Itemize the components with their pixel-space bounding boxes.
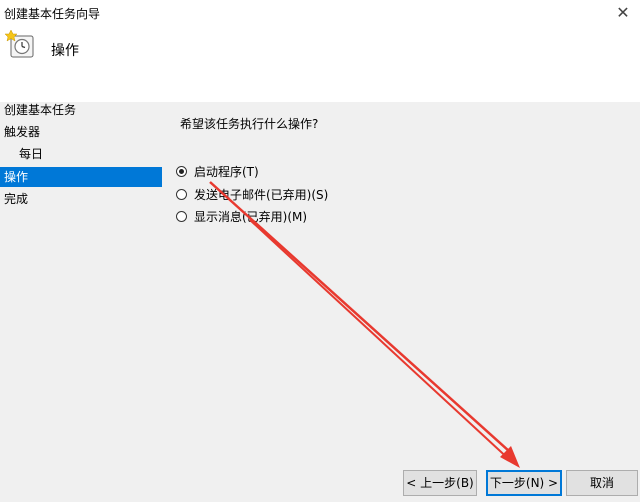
nav-step-label: 每日 bbox=[19, 147, 44, 161]
wizard-header: 操作 bbox=[0, 26, 640, 102]
title-bar: 创建基本任务向导 ✕ bbox=[0, 0, 640, 26]
nav-step-daily[interactable]: 每日 bbox=[0, 144, 162, 164]
nav-step-create-basic-task[interactable]: 创建基本任务 bbox=[0, 100, 162, 120]
action-question: 希望该任务执行什么操作? bbox=[180, 117, 319, 131]
wizard-body: 创建基本任务 触发器 每日 操作 完成 希望该任务执行什么操作? 启动程序(T)… bbox=[0, 102, 640, 502]
radio-button[interactable] bbox=[176, 188, 187, 200]
scheduled-task-clock-icon bbox=[5, 30, 34, 58]
close-icon: ✕ bbox=[616, 3, 630, 22]
option-start-program[interactable]: 启动程序(T) bbox=[176, 161, 259, 181]
option-label: 显示消息(已弃用)(M) bbox=[194, 209, 308, 224]
nav-step-label: 操作 bbox=[4, 170, 29, 184]
nav-step-finish[interactable]: 完成 bbox=[0, 189, 162, 209]
cancel-button[interactable]: 取消 bbox=[566, 470, 638, 496]
nav-step-action[interactable]: 操作 bbox=[0, 167, 162, 187]
option-send-email[interactable]: 发送电子邮件(已弃用)(S) bbox=[176, 184, 328, 204]
option-label: 发送电子邮件(已弃用)(S) bbox=[194, 187, 329, 202]
close-button[interactable]: ✕ bbox=[612, 2, 634, 24]
nav-step-label: 触发器 bbox=[4, 125, 41, 139]
page-title: 操作 bbox=[51, 43, 79, 59]
back-button[interactable]: < 上一步(B) bbox=[403, 470, 477, 496]
option-display-message[interactable]: 显示消息(已弃用)(M) bbox=[176, 206, 307, 226]
radio-button[interactable] bbox=[176, 165, 187, 177]
window-title: 创建基本任务向导 bbox=[4, 7, 101, 21]
next-button[interactable]: 下一步(N) > bbox=[486, 470, 562, 496]
radio-button[interactable] bbox=[176, 210, 187, 222]
nav-step-label: 完成 bbox=[4, 192, 29, 206]
option-label: 启动程序(T) bbox=[194, 164, 259, 179]
nav-step-label: 创建基本任务 bbox=[4, 103, 77, 117]
wizard-step-nav: 创建基本任务 触发器 每日 操作 完成 bbox=[0, 102, 162, 502]
nav-step-trigger[interactable]: 触发器 bbox=[0, 122, 162, 142]
